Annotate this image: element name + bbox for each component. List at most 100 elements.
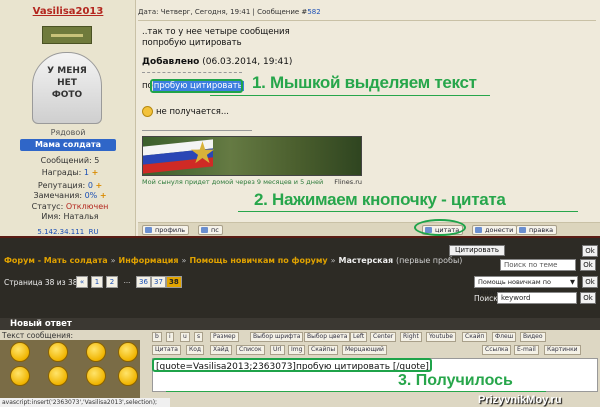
smiley-icon[interactable] (118, 342, 138, 362)
skype-button[interactable]: Скайп (462, 332, 488, 342)
pm-button[interactable]: пс (198, 225, 223, 235)
breadcrumb-link[interactable]: Информация (119, 256, 179, 265)
underline-button[interactable]: u (180, 332, 190, 342)
list-tag-button[interactable]: Список (236, 345, 265, 355)
emoji-panel (0, 340, 140, 403)
awards-plus-icon[interactable]: + (92, 168, 99, 177)
page-button[interactable]: 2 (106, 276, 118, 288)
search-input[interactable]: keyword (497, 292, 577, 304)
cite-selection-button[interactable]: Цитировать (449, 245, 505, 256)
report-button[interactable]: донести (472, 225, 518, 235)
rank-badge-icon (42, 26, 92, 44)
spoiler-tag-button[interactable]: Скайпы (308, 345, 339, 355)
smiley-icon[interactable] (48, 342, 68, 362)
page-counter: Страница 38 из 38 (4, 278, 78, 287)
warnings-plus-icon[interactable]: + (100, 191, 107, 200)
images-tag-button[interactable]: Картинки (544, 345, 581, 355)
post-separator (142, 72, 242, 73)
search-topic-input[interactable]: Поиск по теме (500, 259, 576, 271)
forum-jump-ok-button[interactable]: Ok (582, 276, 598, 288)
smiley-icon[interactable] (86, 342, 106, 362)
breadcrumb-link[interactable]: Форум - Мать солдата (4, 256, 108, 265)
edit-icon (519, 227, 526, 233)
stat-name: Имя: Наталья (41, 212, 99, 221)
font-family-select[interactable]: Выбор шрифта (250, 332, 304, 342)
align-center-button[interactable]: Center (370, 332, 397, 342)
forum-jump-select[interactable]: Помощь новичкам по форуму ▼ (474, 276, 578, 296)
email-tag-button[interactable]: E-mail (514, 345, 539, 355)
annotation-underline (210, 95, 490, 96)
page-ellipsis: ... (123, 277, 131, 285)
font-size-select[interactable]: Размер (210, 332, 239, 342)
hide-tag-button[interactable]: Хайд (210, 345, 232, 355)
smiley-icon[interactable] (10, 342, 30, 362)
smiley-icon[interactable] (86, 366, 106, 386)
status-bar-url: avascript:insert('2363073','Vasilisa2013… (0, 398, 170, 407)
breadcrumb: Форум - Мать солдата» Информация» Помощь н… (4, 256, 463, 265)
avatar-placeholder-text: У МЕНЯ НЕТ ФОТО (47, 66, 87, 100)
align-right-button[interactable]: Right (400, 332, 422, 342)
forum-navigation: Цитировать Ok Форум - Мать солдата» Инфор… (0, 236, 600, 318)
signature-banner-image: ★ (142, 136, 362, 176)
flash-button[interactable]: Флеш (492, 332, 517, 342)
stat-messages: Сообщений: 5 (40, 156, 100, 165)
star-icon: ★ (189, 136, 216, 171)
post-header: Дата: Четверг, Сегодня, 19:41 | Сообщени… (138, 8, 321, 16)
user-group-badge[interactable]: Мама солдата (20, 139, 116, 151)
forum-post: Vasilisa2013 У МЕНЯ НЕТ ФОТО Рядовой Мам… (0, 0, 600, 236)
text-label: Текст сообщения: (2, 331, 74, 340)
reputation-link[interactable]: 0 (88, 181, 93, 190)
italic-button[interactable]: i (166, 332, 174, 342)
reputation-plus-icon[interactable]: + (95, 181, 102, 190)
page-button[interactable]: 1 (91, 276, 103, 288)
report-icon (475, 227, 482, 233)
user-ip[interactable]: 5.142.34.111 RU (0, 228, 136, 236)
reply-title: Новый ответ (0, 318, 600, 330)
page-button[interactable]: 36 (136, 276, 151, 288)
user-rank: Рядовой (50, 128, 86, 137)
post-added: Добавлено (06.03.2014, 19:41) (142, 57, 293, 67)
code-tag-button[interactable]: Код (186, 345, 205, 355)
video-button[interactable]: Видео (520, 332, 546, 342)
page-first-button[interactable]: « (76, 276, 88, 288)
bold-button[interactable]: b (152, 332, 162, 342)
youtube-button[interactable]: Youtube (426, 332, 456, 342)
url-tag-button[interactable]: Url (270, 345, 285, 355)
align-left-button[interactable]: Left (350, 332, 368, 342)
reply-form: Новый ответ Текст сообщения: avascript:i… (0, 318, 600, 407)
quote-tag-button[interactable]: Цитата (152, 345, 181, 355)
post-divider (138, 20, 596, 21)
smiley-icon[interactable] (10, 366, 30, 386)
stat-online: Статус: Отключен (31, 202, 109, 211)
page-button[interactable]: 37 (151, 276, 166, 288)
annotation-underline (166, 391, 546, 392)
author-panel: Vasilisa2013 У МЕНЯ НЕТ ФОТО Рядовой Мам… (0, 0, 136, 236)
quote-button-highlight (414, 219, 466, 236)
profile-button[interactable]: профиль (142, 225, 190, 235)
annotation-step3: 3. Получилось (398, 372, 513, 389)
breadcrumb-link[interactable]: Помощь новичкам по форуму (189, 256, 327, 265)
post-text: ..так то у нее четыре сообщения попробую… (142, 27, 290, 48)
selection-highlight-frame (150, 79, 243, 93)
post-number-link[interactable]: 582 (307, 8, 320, 16)
font-color-select[interactable]: Выбор цвета (304, 332, 351, 342)
img-tag-button[interactable]: Img (288, 345, 306, 355)
signature-divider (142, 130, 252, 131)
smiley-icon[interactable] (118, 366, 138, 386)
warnings-link[interactable]: 0% (85, 191, 98, 200)
annotation-step2: 2. Нажимаем кнопочку - цитата (254, 190, 506, 209)
awards-link[interactable]: 1 (84, 168, 89, 177)
search-ok-button[interactable]: Ok (580, 292, 596, 304)
ok-button[interactable]: Ok (582, 245, 598, 257)
search-topic-ok-button[interactable]: Ok (580, 259, 596, 271)
smiley-icon[interactable] (48, 366, 68, 386)
stat-awards: Награды: 1 + (41, 168, 99, 177)
stat-reputation: Репутация: 0 + (37, 181, 103, 190)
edit-button[interactable]: правка (516, 225, 558, 235)
bbcode-toolbar-secondary: Цитата Код Хайд Список Url Img Скайпы Ме… (152, 345, 598, 356)
link-tag-button[interactable]: Ссылка (482, 345, 512, 355)
blink-tag-button[interactable]: Мерцающий (342, 345, 387, 355)
strike-button[interactable]: s (194, 332, 204, 342)
author-name-link[interactable]: Vasilisa2013 (0, 6, 136, 17)
pm-icon (201, 227, 208, 233)
